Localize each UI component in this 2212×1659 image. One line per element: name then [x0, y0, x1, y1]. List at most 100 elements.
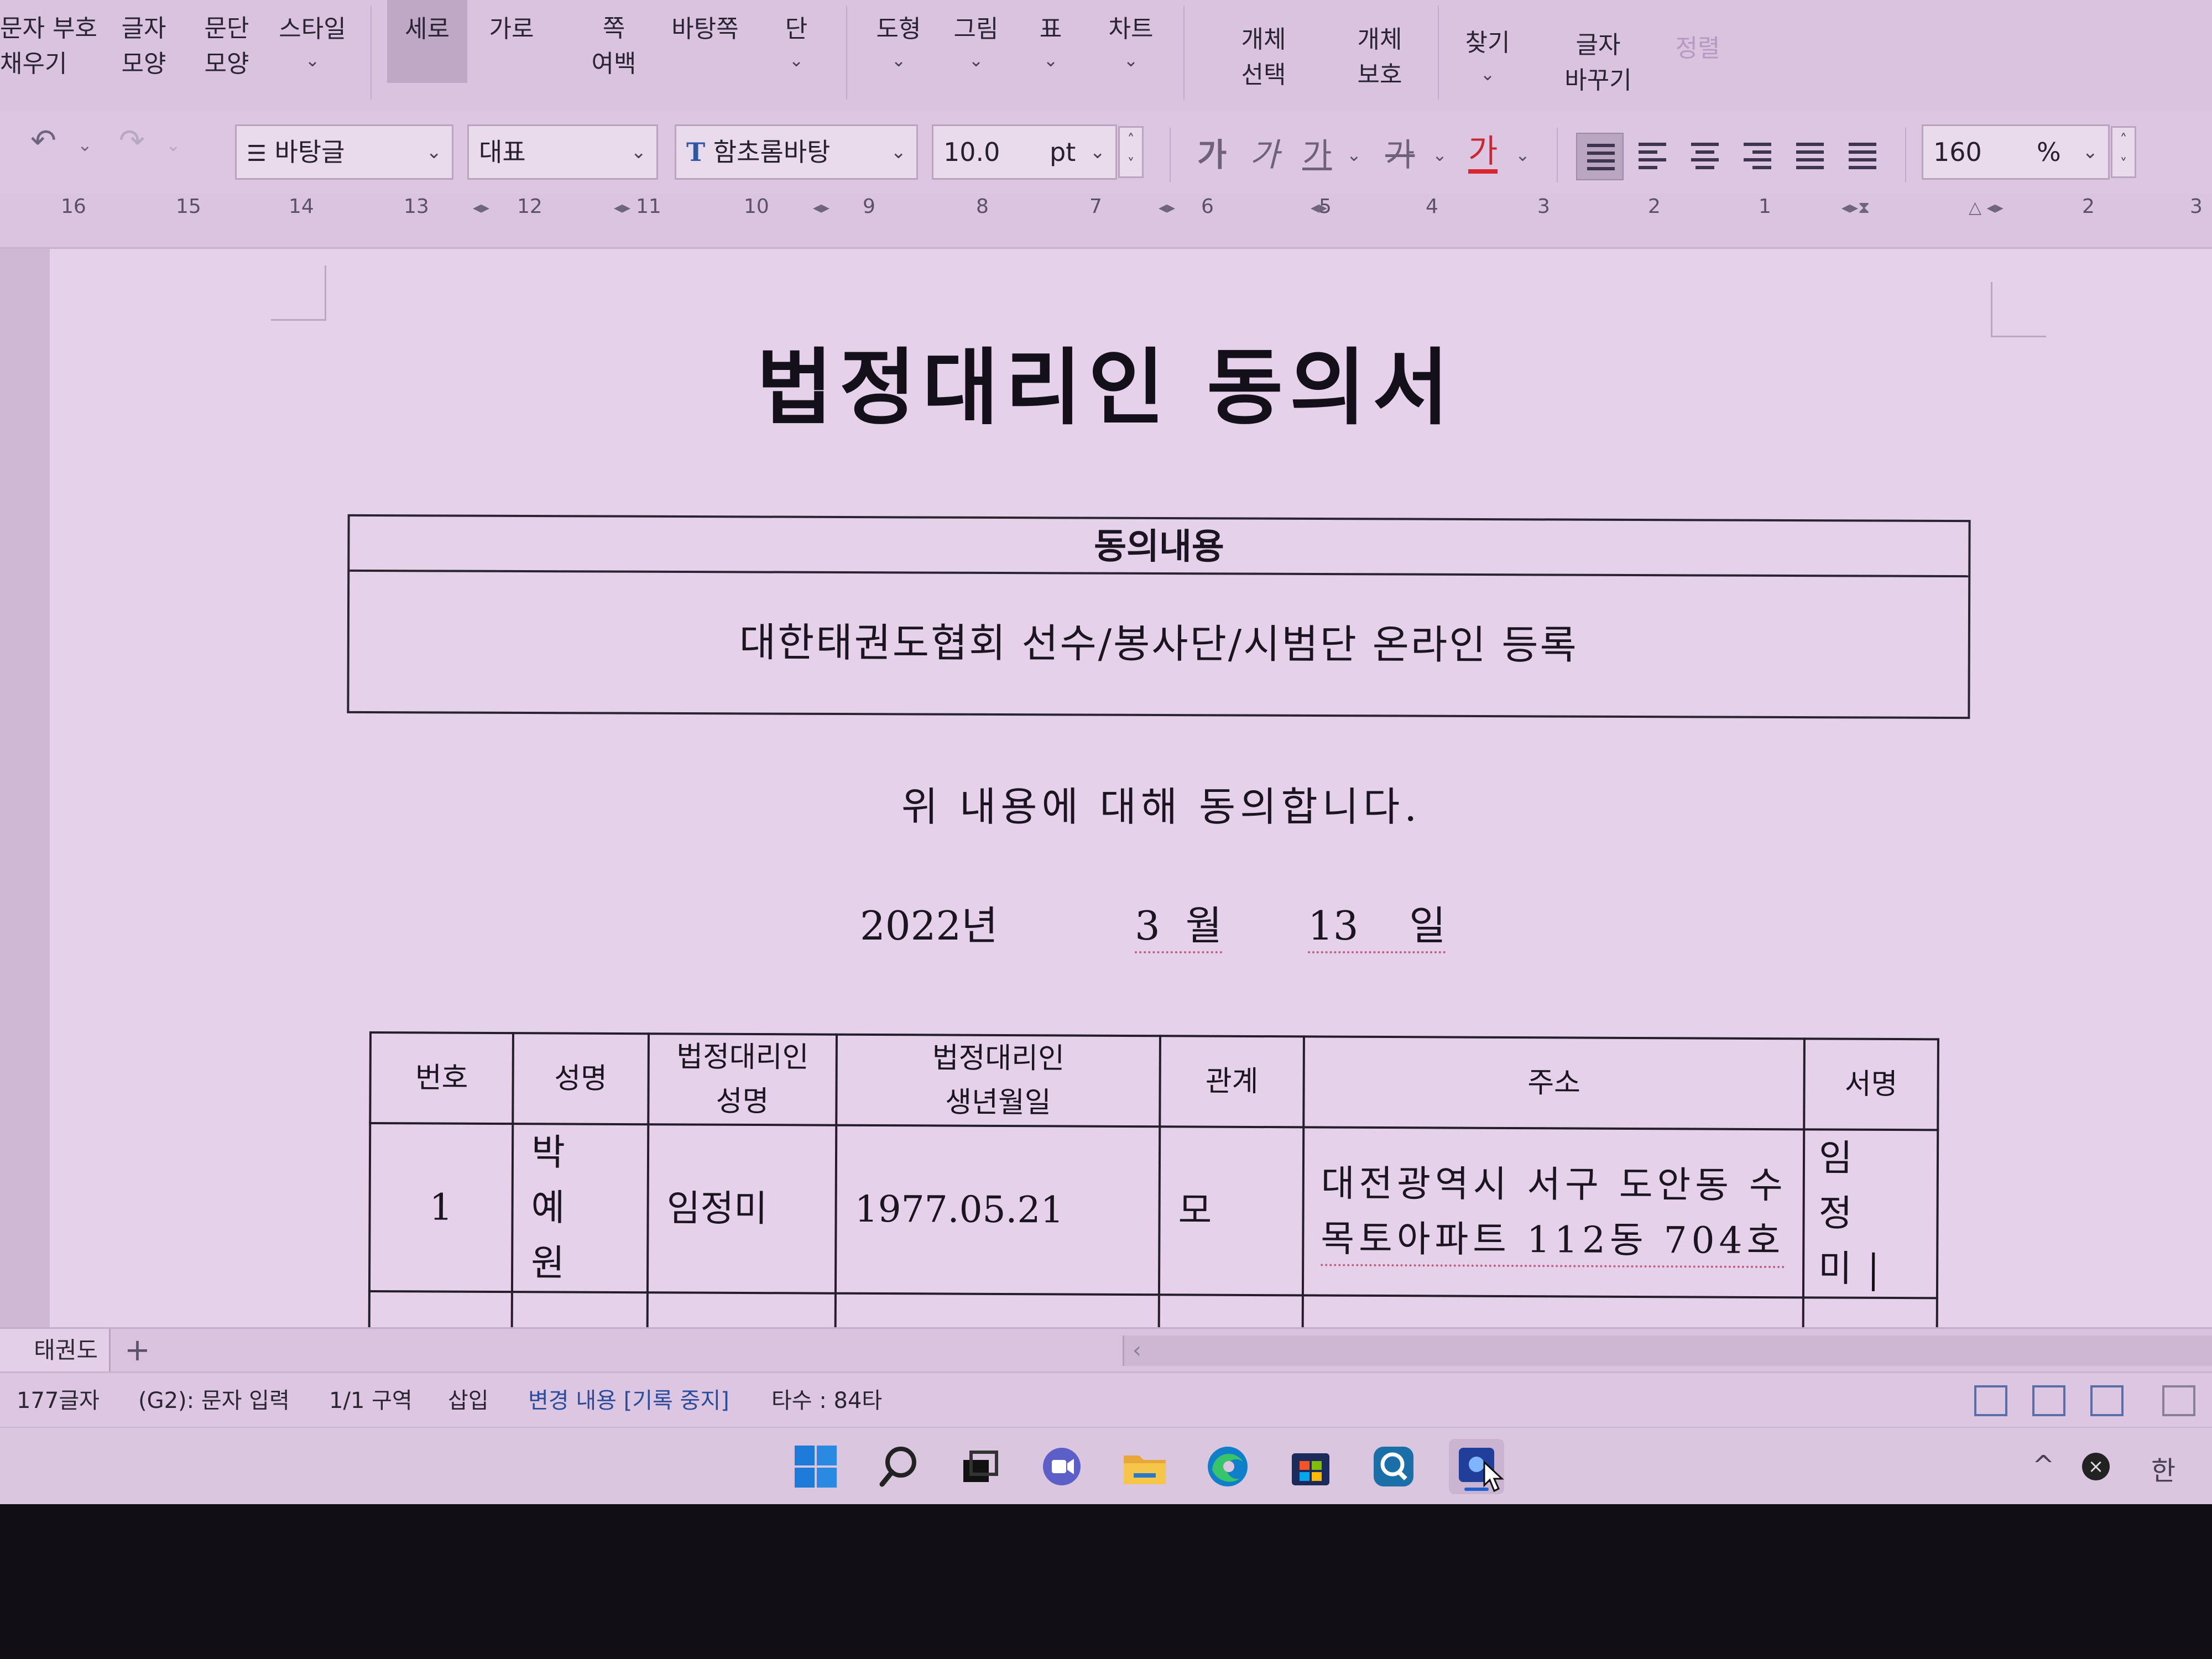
document-title[interactable]: 법정대리인 동의서 — [0, 321, 2212, 441]
language-dropdown[interactable]: 대표 ⌄ — [467, 124, 658, 180]
table-cell-address[interactable]: 대전광역시 서구 도안동 수 목토아파트 112동 704호 — [1302, 1127, 1804, 1298]
chat-icon[interactable] — [1034, 1439, 1089, 1494]
table-cell-signature[interactable]: 임 정 미 — [1803, 1129, 1938, 1298]
ime-indicator[interactable]: 한 — [2151, 1449, 2176, 1488]
view-width-icon[interactable] — [2032, 1385, 2065, 1416]
divide-button[interactable] — [1839, 133, 1886, 180]
taskbar: ^ × 한 — [0, 1427, 2212, 1504]
align-justify-button[interactable] — [1576, 133, 1624, 180]
sort-button[interactable]: 정렬 — [1670, 30, 1725, 67]
vertical-orientation-button[interactable]: 세로 — [387, 0, 467, 83]
task-view-icon[interactable] — [951, 1439, 1006, 1494]
align-center-button[interactable] — [1681, 133, 1729, 180]
table-header-cell[interactable]: 주소 — [1303, 1036, 1804, 1130]
find-label: 찾기 — [1465, 29, 1510, 57]
font-size-stepper[interactable]: ˄ ˅ — [1118, 126, 1144, 178]
ruler-tick: 13 — [404, 195, 429, 218]
status-section[interactable]: 1/1 구역 — [329, 1385, 413, 1416]
status-insert-mode[interactable]: 삽입 — [448, 1385, 489, 1416]
undo-dropdown-icon[interactable]: ⌄ — [77, 123, 92, 167]
tab-document[interactable]: 태권도 — [0, 1329, 111, 1371]
table-header-cell[interactable]: 관계 — [1160, 1036, 1304, 1128]
ruler-marker-icon[interactable]: ◂▸ — [1159, 198, 1175, 217]
consent-box[interactable]: 동의내용 대한태권도협회 선수/봉사단/시범단 온라인 등록 — [347, 514, 1971, 719]
table-button[interactable]: 표 ⌄ — [1023, 11, 1078, 73]
font-color-button[interactable]: 가 — [1468, 133, 1498, 174]
shape-button[interactable]: 도형 ⌄ — [865, 11, 932, 73]
table-cell-name[interactable]: 박 예 원 — [512, 1124, 649, 1293]
tray-close-icon[interactable]: × — [2082, 1453, 2110, 1480]
table-header-cell[interactable]: 법정대리인 생년월일 — [836, 1034, 1160, 1127]
consent-body[interactable]: 대한태권도협회 선수/봉사단/시범단 온라인 등록 — [349, 572, 1968, 716]
picture-button[interactable]: 그림 ⌄ — [943, 11, 1009, 73]
find-button[interactable]: 찾기 ⌄ — [1454, 25, 1521, 87]
italic-button[interactable]: 가 — [1250, 133, 1279, 177]
table-header-cell[interactable]: 서명 — [1804, 1039, 1938, 1130]
ruler-tick: 2 — [1648, 195, 1661, 218]
ruler-marker-icon[interactable]: ◂▸ — [473, 198, 489, 217]
bold-button[interactable]: 가 — [1197, 133, 1227, 177]
table-cell-birthdate[interactable]: 1977.05.21 — [835, 1125, 1160, 1295]
columns-button[interactable]: 단 ⌄ — [774, 11, 818, 73]
symbol-fill-button[interactable]: 문자 부호 채우기 — [0, 11, 97, 82]
chevron-down-icon[interactable]: ⌄ — [1347, 135, 1361, 174]
tray-overflow-icon[interactable]: ^ — [2032, 1450, 2054, 1481]
ruler-tick: 3 — [1537, 195, 1550, 218]
redo-icon[interactable]: ↷ — [119, 119, 145, 163]
undo-icon[interactable]: ↶ — [30, 119, 56, 163]
font-dropdown[interactable]: T 함초롬바탕 ⌄ — [675, 124, 918, 180]
strikethrough-button[interactable]: 가 — [1385, 133, 1415, 177]
horizontal-orientation-button[interactable]: 가로 — [476, 11, 547, 48]
status-track-changes[interactable]: 변경 내용 [기록 중지] — [528, 1385, 729, 1416]
agreement-statement[interactable]: 위 내용에 대해 동의합니다. — [0, 774, 2212, 832]
zoom-stepper[interactable]: ˄ ˅ — [2111, 126, 2136, 178]
scroll-left-icon[interactable]: ‹ — [1133, 1335, 1141, 1366]
table-cell-guardian[interactable]: 임정미 — [647, 1124, 837, 1293]
consent-header[interactable]: 동의내용 — [349, 516, 1969, 578]
magnifier-app-icon[interactable] — [1366, 1439, 1421, 1494]
search-icon[interactable] — [871, 1439, 926, 1494]
table-header-cell[interactable]: 성명 — [513, 1033, 649, 1125]
para-shape-label: 문단 모양 — [204, 14, 249, 78]
chevron-down-icon[interactable]: ⌄ — [1515, 135, 1530, 174]
ruler-marker-icon[interactable]: ◂▸ — [813, 198, 830, 217]
ruler-marker-icon[interactable]: ◂▸ — [614, 198, 630, 217]
char-shape-button[interactable]: 글자 모양 — [111, 11, 177, 82]
replace-button[interactable]: 글자 바꾸기 — [1554, 28, 1642, 98]
edge-browser-icon[interactable] — [1200, 1439, 1255, 1494]
underline-button[interactable]: 가 — [1302, 133, 1332, 177]
style-button[interactable]: 스타일 ⌄ — [271, 11, 354, 73]
object-select-button[interactable]: 개체 선택 — [1222, 22, 1305, 93]
horizontal-ruler[interactable]: 16 15 14 13 ◂▸ 12 ◂▸ 11 10 ◂▸ 9 8 7 ◂▸ 6… — [0, 194, 2212, 249]
date-year[interactable]: 2022년 — [860, 893, 998, 951]
redo-dropdown-icon[interactable]: ⌄ — [166, 123, 181, 167]
align-left-button[interactable] — [1629, 133, 1676, 180]
view-option-icon[interactable] — [2162, 1385, 2195, 1416]
para-shape-button[interactable]: 문단 모양 — [194, 11, 260, 82]
table-cell-relation[interactable]: 모 — [1159, 1126, 1304, 1296]
align-right-button[interactable] — [1734, 133, 1781, 180]
windows-start-icon[interactable] — [788, 1439, 843, 1494]
object-protect-button[interactable]: 개체 보호 — [1338, 22, 1421, 93]
indent-marker-icon[interactable]: △ ◂▸ — [1969, 198, 2004, 217]
table-header-cell[interactable]: 법정대리인 성명 — [648, 1034, 837, 1125]
zoom-input[interactable]: 160 % ⌄ — [1922, 124, 2110, 180]
horizontal-scrollbar[interactable]: ‹ — [1123, 1335, 2212, 1366]
date-month[interactable]: 3 월 — [1135, 893, 1222, 953]
indent-marker-icon[interactable]: ◂▸⧗ — [1841, 198, 1870, 217]
chevron-down-icon[interactable]: ⌄ — [1432, 135, 1447, 174]
date-day[interactable]: 13 일 — [1308, 893, 1446, 953]
store-icon[interactable] — [1283, 1439, 1338, 1494]
font-size-input[interactable]: 10.0 pt ⌄ — [932, 124, 1117, 180]
distribute-button[interactable] — [1786, 133, 1834, 180]
page-margin-button[interactable]: 쪽 여백 — [570, 11, 658, 82]
page-bg-button[interactable]: 바탕쪽 — [664, 11, 747, 48]
file-explorer-icon[interactable] — [1117, 1439, 1172, 1494]
chart-button[interactable]: 차트 ⌄ — [1098, 11, 1164, 73]
table-header-cell[interactable]: 번호 — [370, 1032, 513, 1124]
view-page-icon[interactable] — [1974, 1385, 2007, 1416]
view-full-icon[interactable] — [2090, 1385, 2124, 1416]
add-tab-button[interactable]: + — [124, 1329, 150, 1371]
style-dropdown[interactable]: ☰ 바탕글 ⌄ — [235, 124, 453, 180]
table-cell-number[interactable]: 1 — [369, 1123, 513, 1292]
